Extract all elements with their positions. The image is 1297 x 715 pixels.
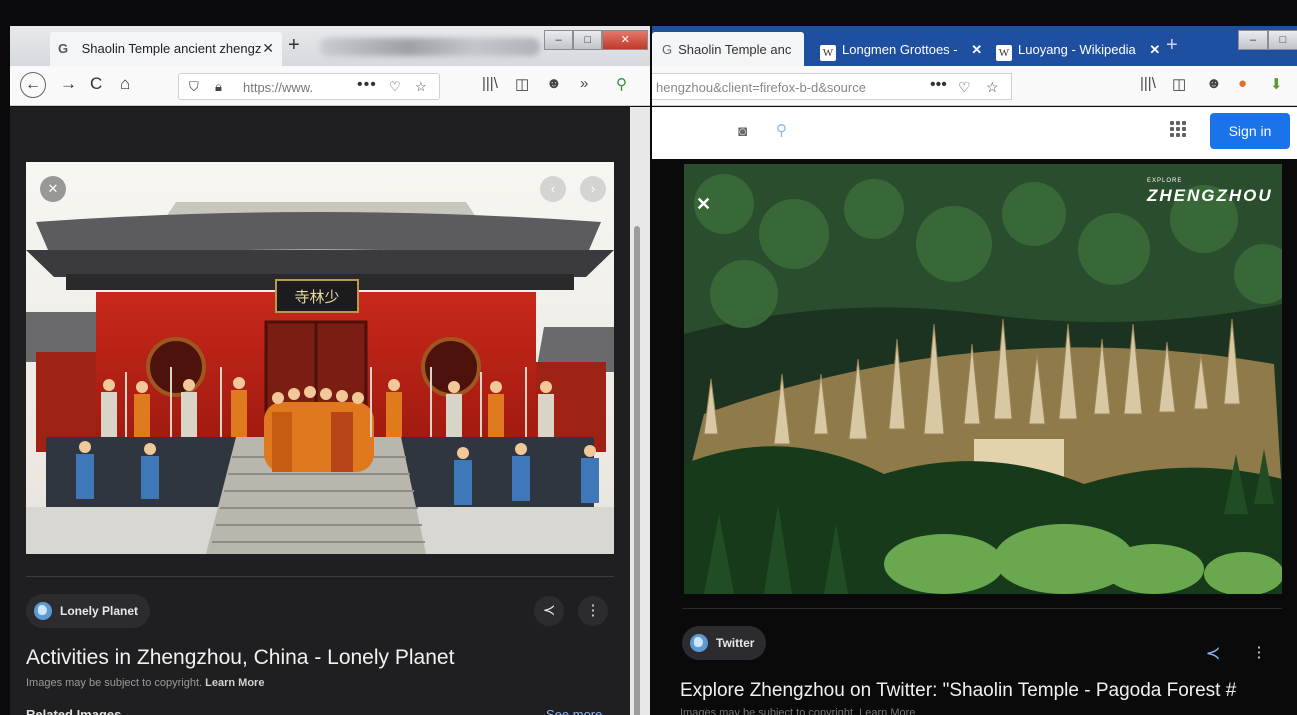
home-button[interactable]: ⌂ — [120, 74, 130, 94]
maximize-button[interactable]: □ — [573, 30, 603, 50]
explore-overlay-small: EXPLORE — [1147, 178, 1183, 184]
tab-shaolin-temple-right[interactable]: GShaolin Temple anc ✕ — [652, 32, 804, 66]
pocket-icon[interactable]: ♡ — [958, 79, 971, 96]
blurred-tabs — [320, 38, 540, 56]
copyright-notice: Images may be subject to copyright. Lear… — [26, 677, 264, 689]
next-image-icon[interactable]: › — [580, 176, 606, 202]
library-icon[interactable]: |||\ — [1140, 75, 1156, 92]
library-icon[interactable]: |||\ — [482, 75, 498, 92]
tab-shaolin-temple[interactable]: G Shaolin Temple ancient zhengz ✕ — [50, 32, 282, 66]
tab-close-icon[interactable]: ✕ — [262, 40, 274, 57]
divider — [26, 576, 614, 577]
tab-close-icon[interactable]: ✕ — [971, 42, 982, 57]
tab-title: Shaolin Temple anc — [678, 42, 792, 57]
more-options-icon[interactable]: ⋮ — [578, 596, 608, 626]
navigation-toolbar: ← → C ⌂ ⛉ 🔒︎ https://www. ••• ♡ ☆ |||\ ◫… — [10, 66, 650, 106]
account-icon[interactable]: ☻ — [1206, 75, 1222, 92]
globe-icon — [690, 634, 708, 652]
right-tab-strip: G Shaolin Temple anc ✕ W Longmen Grottoes … — [652, 26, 1297, 66]
minimize-button[interactable]: – — [1238, 30, 1268, 50]
google-header: ◙ ⚲ Sign in — [652, 107, 1297, 159]
left-browser-window: G Shaolin Temple ancient zhengz ✕ + – □ … — [10, 26, 650, 715]
pocket-icon[interactable]: ♡ — [389, 79, 401, 95]
temple-sign-text: 寺林少 — [294, 288, 339, 306]
scrollbar-thumb[interactable] — [634, 226, 640, 715]
reload-button[interactable]: C — [90, 74, 102, 94]
related-images-heading: Related Images — [26, 707, 122, 715]
share-icon[interactable]: ≺ — [534, 596, 564, 626]
maximize-button[interactable]: □ — [1268, 30, 1297, 50]
close-window-button[interactable]: ✕ — [602, 30, 648, 50]
overflow-menu-icon[interactable]: » — [580, 75, 588, 92]
close-preview-icon[interactable]: ✕ — [40, 176, 66, 202]
google-favicon-icon: G — [662, 42, 673, 57]
google-favicon-icon: G — [58, 41, 69, 56]
camera-search-icon[interactable]: ◙ — [738, 123, 747, 140]
navigation-toolbar: hengzhou&client=firefox-b-d&source ••• ♡… — [652, 66, 1297, 106]
tab-title: Shaolin Temple ancient zhengz — [81, 41, 262, 56]
tab-longmen-grottoes[interactable]: W Longmen Grottoes - ✕ — [810, 32, 982, 66]
divider — [682, 608, 1282, 609]
source-chip-twitter[interactable]: Twitter — [682, 626, 767, 660]
previous-image-icon[interactable]: ‹ — [540, 176, 566, 202]
tab-close-icon[interactable]: ✕ — [1149, 42, 1160, 57]
left-tab-strip: G Shaolin Temple ancient zhengz ✕ + – □ … — [10, 26, 650, 66]
close-preview-icon[interactable]: ✕ — [696, 194, 711, 215]
download-icon[interactable]: ⬇ — [1270, 75, 1283, 93]
copyright-notice: Images may be subject to copyright. Lear… — [680, 707, 916, 715]
right-browser-window: G Shaolin Temple anc ✕ W Longmen Grottoes … — [652, 26, 1297, 715]
tab-title: Longmen Grottoes - — [842, 42, 958, 57]
sidebar-icon[interactable]: ◫ — [1172, 75, 1186, 93]
more-options-icon[interactable]: ⋮ — [1244, 638, 1274, 668]
tab-title: Luoyang - Wikipedia — [1018, 42, 1136, 57]
url-text[interactable]: hengzhou&client=firefox-b-d&source — [656, 80, 866, 95]
bookmark-star-icon[interactable]: ☆ — [986, 79, 999, 96]
page-actions-menu[interactable]: ••• — [930, 76, 947, 94]
sidebar-icon[interactable]: ◫ — [515, 75, 529, 93]
source-chip-lonely-planet[interactable]: Lonely Planet — [26, 594, 151, 628]
back-button[interactable]: ← — [20, 72, 46, 98]
see-more-link[interactable]: See more — [546, 707, 602, 715]
scrollbar-track[interactable] — [630, 107, 650, 715]
explore-overlay-title: ZHENGZHOU — [1147, 186, 1273, 205]
pagoda-forest-photo[interactable]: EXPLORE ZHENGZHOU ✕ — [684, 164, 1282, 594]
new-tab-button[interactable]: + — [1166, 34, 1178, 57]
address-bar[interactable]: hengzhou&client=firefox-b-d&source ••• ♡… — [652, 73, 1012, 100]
page-actions-menu[interactable]: ••• — [357, 76, 377, 94]
address-bar[interactable]: ⛉ 🔒︎ https://www. ••• ♡ ☆ — [178, 73, 440, 100]
window-controls: – □ — [1238, 30, 1297, 50]
temple-illustration: 寺林少 — [26, 162, 614, 554]
extension-icon[interactable]: ● — [1238, 75, 1247, 92]
shield-icon[interactable]: ⛉ — [189, 79, 199, 95]
wikipedia-favicon-icon: W — [820, 45, 836, 61]
copyright-text: Images may be subject to copyright. — [26, 677, 203, 689]
account-icon[interactable]: ☻ — [546, 75, 562, 92]
apps-grid-icon[interactable] — [1170, 121, 1186, 137]
sign-in-button[interactable]: Sign in — [1210, 113, 1290, 149]
forward-button[interactable]: → — [60, 74, 77, 94]
wikipedia-favicon-icon: W — [996, 45, 1012, 61]
minimize-button[interactable]: – — [544, 30, 574, 50]
bookmark-star-icon[interactable]: ☆ — [415, 79, 427, 95]
share-icon[interactable]: ≺ — [1198, 638, 1228, 668]
result-title[interactable]: Explore Zhengzhou on Twitter: "Shaolin T… — [680, 680, 1236, 702]
source-name: Lonely Planet — [60, 604, 139, 618]
new-tab-button[interactable]: + — [288, 34, 300, 57]
source-name: Twitter — [716, 636, 755, 650]
pagoda-forest-illustration — [684, 164, 1282, 594]
globe-icon — [34, 602, 52, 620]
extension-icon[interactable]: ⚲ — [616, 75, 627, 93]
result-title[interactable]: Activities in Zhengzhou, China - Lonely … — [26, 646, 454, 670]
window-controls: – □ ✕ — [544, 30, 648, 50]
search-icon[interactable]: ⚲ — [776, 121, 787, 139]
url-text[interactable]: https://www. — [243, 80, 313, 95]
lock-icon[interactable]: 🔒︎ — [215, 79, 222, 95]
tab-luoyang-wikipedia[interactable]: W Luoyang - Wikipedia ✕ — [986, 32, 1162, 66]
learn-more-link[interactable]: Learn More — [205, 677, 264, 689]
shaolin-temple-photo[interactable]: 寺林少 ✕ ‹ › — [26, 162, 614, 554]
